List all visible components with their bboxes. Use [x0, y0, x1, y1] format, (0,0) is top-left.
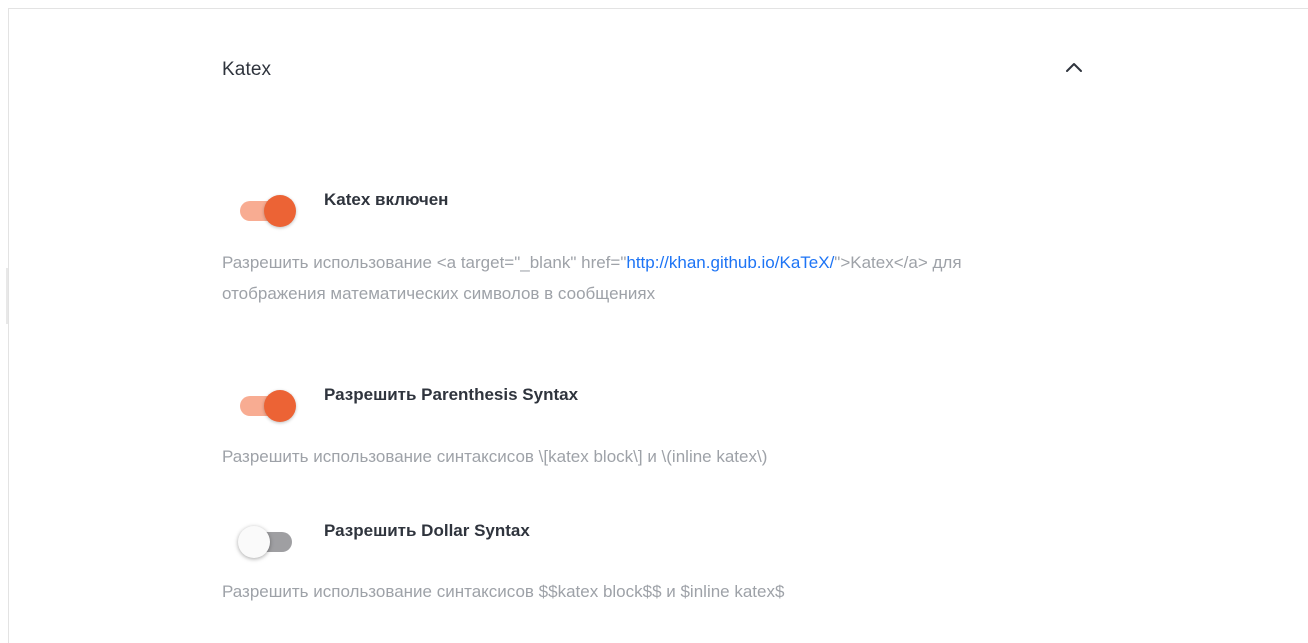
toggle-knob: [238, 526, 270, 558]
setting-label: Разрешить Parenthesis Syntax: [324, 385, 579, 404]
katex-docs-link[interactable]: http://khan.github.io/KaTeX/: [626, 253, 834, 272]
description-text: Разрешить использование <a target="_blan…: [222, 253, 627, 272]
toggle-knob: [264, 390, 296, 422]
parenthesis-syntax-toggle[interactable]: [238, 385, 300, 422]
section-header-katex[interactable]: Katex: [213, 46, 1083, 90]
dollar-syntax-toggle[interactable]: [238, 521, 300, 558]
setting-description: Разрешить использование синтаксисов $$ka…: [222, 582, 785, 601]
setting-label: Разрешить Dollar Syntax: [324, 521, 530, 540]
setting-description: Разрешить использование <a target="_blan…: [222, 247, 1042, 309]
katex-enabled-toggle[interactable]: [238, 190, 300, 227]
chevron-up-icon[interactable]: [1064, 60, 1084, 74]
settings-panel: [8, 8, 1308, 643]
setting-label: Katex включен: [324, 190, 449, 209]
setting-description: Разрешить использование синтаксисов \[ka…: [222, 447, 768, 466]
section-title: Katex: [222, 59, 272, 80]
toggle-knob: [264, 195, 296, 227]
scroll-edge-indicator: [6, 268, 8, 324]
